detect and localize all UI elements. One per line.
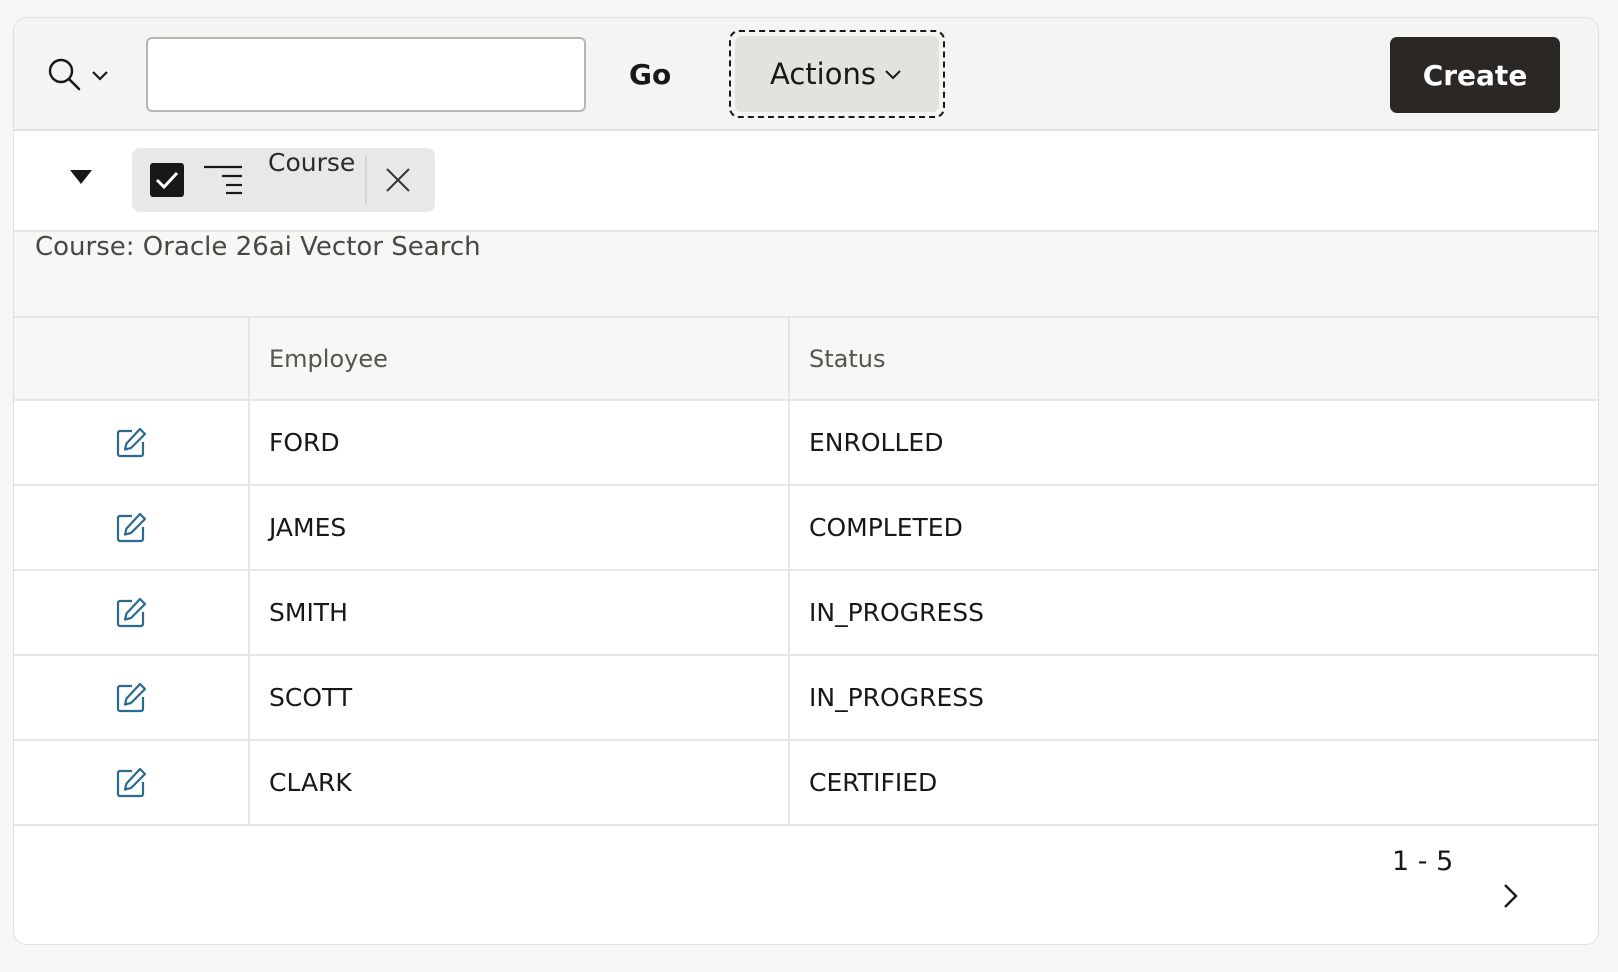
filter-chip: Course xyxy=(132,148,435,212)
actions-label: Actions xyxy=(770,57,876,91)
table-row: FORD ENROLLED xyxy=(14,400,1598,486)
search-input[interactable] xyxy=(146,37,586,112)
status-cell: IN_PROGRESS xyxy=(789,570,1598,656)
table-row: JAMES COMPLETED xyxy=(14,485,1598,571)
table-row: CLARK CERTIFIED xyxy=(14,740,1598,826)
edit-icon[interactable] xyxy=(114,766,148,800)
edit-cell xyxy=(14,400,249,486)
status-cell: CERTIFIED xyxy=(789,740,1598,826)
close-icon xyxy=(386,168,410,192)
employee-cell: CLARK xyxy=(248,740,790,826)
employee-cell: SMITH xyxy=(248,570,790,656)
report-toolbar: Go Actions Create xyxy=(14,18,1598,131)
filter-chip-label[interactable]: Course xyxy=(268,148,355,212)
edit-icon[interactable] xyxy=(114,596,148,630)
chip-divider xyxy=(365,156,367,204)
remove-filter-button[interactable] xyxy=(376,158,420,202)
column-header-employee[interactable]: Employee xyxy=(248,318,790,401)
edit-icon[interactable] xyxy=(114,511,148,545)
next-page-button[interactable] xyxy=(1490,876,1530,916)
edit-cell xyxy=(14,485,249,571)
edit-cell xyxy=(14,655,249,741)
pagination: 1 - 5 xyxy=(14,846,1598,944)
employee-cell: SCOTT xyxy=(248,655,790,741)
status-cell: IN_PROGRESS xyxy=(789,655,1598,741)
collapse-toggle[interactable] xyxy=(66,163,96,193)
edit-icon[interactable] xyxy=(114,426,148,460)
page-range: 1 - 5 xyxy=(1392,846,1454,877)
table-header-row: Employee Status xyxy=(14,318,1598,401)
report-table: Employee Status FORD ENROLLED JAMES COMPLET… xyxy=(14,318,1598,826)
table-row: SCOTT IN_PROGRESS xyxy=(14,655,1598,741)
filter-lines-icon xyxy=(204,165,242,195)
table-row: SMITH IN_PROGRESS xyxy=(14,570,1598,656)
checkmark-icon xyxy=(155,171,179,190)
chevron-down-icon xyxy=(92,71,108,81)
column-header-status[interactable]: Status xyxy=(789,318,1598,401)
search-column-menu[interactable] xyxy=(46,56,118,94)
filter-bar: Course xyxy=(14,131,1598,232)
chevron-down-icon xyxy=(885,70,901,80)
edit-icon[interactable] xyxy=(114,681,148,715)
employee-cell: FORD xyxy=(248,400,790,486)
filter-enable-checkbox[interactable] xyxy=(150,163,184,197)
control-break-header: Course: Oracle 26ai Vector Search xyxy=(14,232,1598,318)
go-button[interactable]: Go xyxy=(619,37,681,112)
search-icon xyxy=(48,58,81,91)
triangle-down-icon xyxy=(70,170,92,184)
create-button[interactable]: Create xyxy=(1390,37,1560,113)
status-cell: ENROLLED xyxy=(789,400,1598,486)
column-header-edit xyxy=(14,318,249,401)
chevron-right-icon xyxy=(1504,884,1518,908)
employee-cell: JAMES xyxy=(248,485,790,571)
interactive-report: Go Actions Create Course Course: Oracle … xyxy=(13,17,1599,945)
edit-cell xyxy=(14,570,249,656)
actions-button[interactable]: Actions xyxy=(735,36,939,112)
status-cell: COMPLETED xyxy=(789,485,1598,571)
edit-cell xyxy=(14,740,249,826)
